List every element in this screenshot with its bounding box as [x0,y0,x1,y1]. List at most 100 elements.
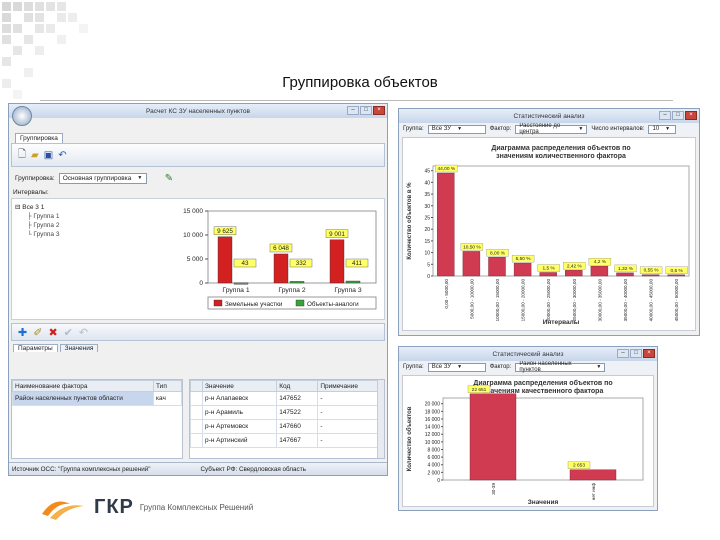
delete-icon[interactable]: ✖ [48,326,57,339]
minimize-icon[interactable]: – [347,106,359,115]
bar [565,270,583,277]
bar [345,280,361,284]
chevron-down-icon: ▼ [137,175,143,181]
table-row[interactable]: р-н Артемовск 147660- [190,419,384,434]
table-cell: 147522 [276,405,319,420]
window-controls: – □ × [347,106,385,115]
factor-select[interactable]: Расстояние до центра ▼ [515,123,588,135]
table-cell: - [317,391,384,406]
table-cell: - [317,405,384,420]
add-icon[interactable]: ✚ [18,326,27,339]
x-tick-label: Группа 2 [278,287,305,294]
factor-select[interactable]: Район населенных пунктов ▼ [515,361,606,373]
data-label: 1,5 % [543,265,556,271]
edit-icon[interactable]: ✐ [33,326,42,339]
bar [462,251,481,277]
table-cell: р-н Артинский [201,433,278,448]
table-row[interactable]: р-н Алапаевск 147652- [190,391,384,406]
tab-values[interactable]: Значения [59,344,99,352]
maximize-icon[interactable]: □ [360,106,372,115]
tab-parameters[interactable]: Параметры [13,344,58,352]
title-divider [40,100,673,101]
tree-item[interactable]: └ Группа 3 [15,230,145,239]
decorative-pixel [2,13,11,22]
open-folder-icon[interactable]: ▰ [31,150,39,161]
table-row[interactable]: р-н Арамиль 147522- [190,405,384,420]
quantitative-window-titlebar[interactable]: Статистический анализ – □ × [399,109,699,123]
y-tick-label: 20 [424,227,430,233]
y-tick-label: 16 000 [425,417,441,423]
y-tick-label: 18 000 [425,409,441,415]
maximize-icon[interactable]: □ [672,111,684,120]
grouping-select[interactable]: Основная группировка ▼ [58,172,147,184]
column-header[interactable]: Примечание [317,380,384,392]
intervals-count-stepper[interactable]: 10 ▼ [648,124,677,134]
close-icon[interactable]: × [643,349,655,358]
quantitative-filters: Группа: Все ЗУ ▼ Фактор: Расстояние до це… [399,123,699,135]
close-icon[interactable]: × [373,106,385,115]
row-indicator-header [190,380,203,392]
new-document-icon[interactable]: 🗋 [18,147,26,164]
y-tick-label: 5 [427,262,430,268]
x-tick-label: 35000,00 - 40000,00 [623,279,628,322]
row-indicator [190,405,203,420]
undo-icon[interactable]: ↶ [79,326,88,339]
decorative-pixel [57,13,66,22]
column-header[interactable]: Код [276,380,319,392]
bar [513,262,532,277]
minimize-icon[interactable]: – [659,111,671,120]
group-select[interactable]: Все ЗУ ▼ [427,362,486,372]
bar [616,272,634,277]
factor-label: Фактор: [489,364,512,370]
table-row[interactable]: Район населенных пунктов области кач [12,391,182,406]
vertical-scrollbar[interactable] [377,380,384,458]
tree-item[interactable]: ├ Группа 2 [15,221,145,230]
group-bar-chart: 15 000 10 000 5 000 0 9 625 43 Группа 1 6 048 33… [183,208,377,310]
x-tick-label: 5000,00 - 10000,00 [469,279,474,319]
edit-grouping-icon[interactable]: ✎ [165,173,173,184]
bar [488,257,506,277]
tree-item-label: Группа 3 [33,231,60,238]
data-label: 2,42 % [567,263,583,269]
undo-icon[interactable]: ↶ [58,150,66,161]
data-label: 43 [241,260,249,267]
ribbon-toolbar: 🗋 ▰ ▣ ↶ [11,143,385,167]
decorative-pixel [13,24,22,33]
column-header[interactable]: Значение [201,380,278,392]
main-window-title: Расчет КС ЗУ населенных пунктов [146,107,250,115]
column-header[interactable]: Наименование фактора [12,380,154,392]
y-tick-label: 45 [424,169,430,175]
minimize-icon[interactable]: – [617,349,629,358]
decorative-pixel [35,2,44,11]
intervals-tree: ⊟ Все 3 1 ├ Группа 1 ├ Группа 2 └ Группа… [15,203,145,239]
decorative-pixel [35,13,44,22]
grouping-select-value: Основная группировка [62,174,132,182]
logo-subtitle: Группа Комплексных Решений [139,502,254,512]
app-menu-button[interactable] [12,106,32,126]
column-header[interactable]: Тип [153,380,182,392]
check-icon[interactable]: ✔ [64,326,73,339]
tab-grouping[interactable]: Группировка [15,133,63,143]
table-row[interactable]: р-н Артинский 147667- [190,433,384,448]
grouping-label: Группировка: [15,174,55,182]
maximize-icon[interactable]: □ [630,349,642,358]
y-tick-label: 0 [437,478,440,484]
save-icon[interactable]: ▣ [44,150,53,161]
grids-area: Наименование фактора Тип Район населенных… [11,379,385,459]
legend-swatch [295,299,305,307]
data-label: 10,50 % [463,244,481,250]
group-select[interactable]: Все ЗУ ▼ [427,124,486,134]
tree-item[interactable]: ├ Группа 1 [15,212,145,221]
table-cell: - [317,419,384,434]
data-label: 8,00 % [490,250,506,256]
x-axis-label: Значения [528,499,559,506]
decorative-pixel [2,24,11,33]
bar [437,172,455,277]
tree-root[interactable]: ⊟ Все 3 1 [15,203,145,212]
tree-root-label: Все 3 1 [22,204,45,211]
qualitative-window-titlebar[interactable]: Статистический анализ – □ × [399,347,657,361]
main-window-titlebar[interactable]: Расчет КС ЗУ населенных пунктов – □ × [9,104,387,118]
data-label: 22 651 [472,387,487,393]
y-tick-label: 30 [424,204,430,210]
close-icon[interactable]: × [685,111,697,120]
